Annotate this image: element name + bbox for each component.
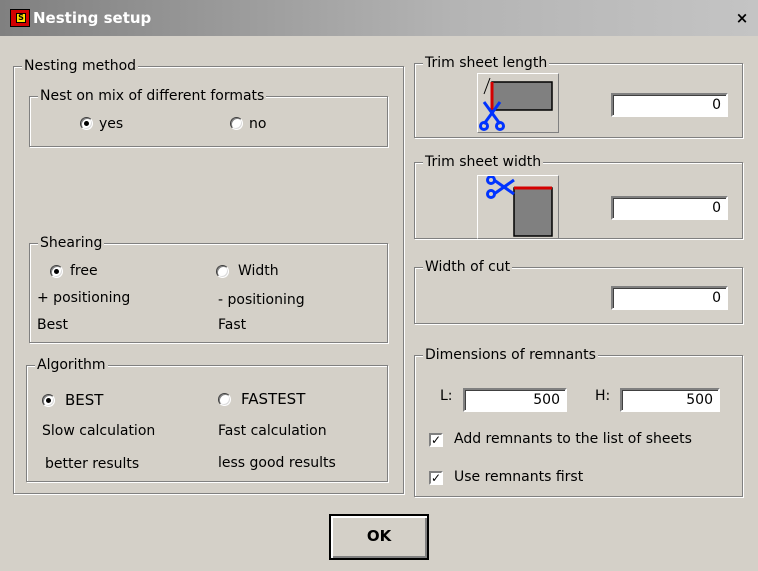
mix-yes-label: yes (99, 116, 124, 132)
close-button[interactable]: × (734, 11, 750, 26)
mix-no-label: no (249, 116, 267, 132)
radio-selected-dot (54, 269, 59, 274)
shearing-width-desc1: - positioning (218, 292, 305, 308)
remnants-l-input[interactable]: 500 (463, 388, 567, 412)
use-remnants-first-checkbox[interactable]: ✓ (429, 471, 443, 485)
remnants-h-label: H: (595, 388, 611, 404)
shearing-free-radio[interactable] (50, 265, 63, 278)
trim-width-picture (477, 175, 559, 239)
algorithm-fastest-desc1: Fast calculation (218, 423, 327, 439)
app-icon: S (10, 9, 30, 27)
remnants-l-label: L: (440, 388, 453, 404)
nesting-setup-dialog: S Nesting setup × Nesting method Nest on… (0, 0, 758, 571)
algorithm-legend: Algorithm (35, 356, 108, 374)
remnants-h-input[interactable]: 500 (620, 388, 720, 412)
shearing-free-desc2: Best (37, 317, 69, 333)
algorithm-best-radio[interactable] (42, 394, 55, 407)
trim-length-input[interactable]: 0 (611, 93, 728, 117)
radio-selected-dot (84, 121, 89, 126)
shearing-width-desc2: Fast (218, 317, 247, 333)
algorithm-best-desc1: Slow calculation (42, 423, 156, 439)
shearing-free-label: free (70, 263, 98, 279)
trim-width-legend: Trim sheet width (423, 153, 544, 171)
algorithm-fastest-radio[interactable] (218, 393, 231, 406)
title-bar[interactable]: S Nesting setup × (0, 0, 758, 36)
remnants-legend: Dimensions of remnants (423, 346, 598, 364)
radio-selected-dot (46, 398, 51, 403)
algorithm-fastest-label: FASTEST (241, 390, 306, 408)
shearing-width-label: Width (238, 263, 279, 279)
nesting-method-legend: Nesting method (22, 57, 139, 75)
trim-length-legend: Trim sheet length (423, 54, 550, 72)
window-title: Nesting setup (33, 9, 152, 27)
mix-no-radio[interactable] (230, 117, 243, 130)
shearing-free-desc1: + positioning (37, 290, 131, 306)
algorithm-best-label: BEST (65, 391, 104, 409)
algorithm-best-desc2: better results (45, 456, 140, 472)
add-remnants-label: Add remnants to the list of sheets (454, 431, 692, 447)
mix-formats-legend: Nest on mix of different formats (38, 87, 267, 105)
trim-width-input[interactable]: 0 (611, 196, 728, 220)
width-of-cut-legend: Width of cut (423, 258, 513, 276)
algorithm-fastest-desc2: less good results (218, 455, 336, 471)
width-of-cut-input[interactable]: 0 (611, 286, 728, 310)
shearing-width-radio[interactable] (216, 265, 229, 278)
use-remnants-first-label: Use remnants first (454, 469, 584, 485)
trim-length-picture (477, 73, 559, 133)
trim-width-scissors-icon (486, 175, 553, 237)
mix-yes-radio[interactable] (80, 117, 93, 130)
add-remnants-checkbox[interactable]: ✓ (429, 433, 443, 447)
trim-length-scissors-icon (479, 77, 553, 131)
shearing-legend: Shearing (38, 234, 105, 252)
ok-button[interactable]: OK (329, 514, 429, 560)
